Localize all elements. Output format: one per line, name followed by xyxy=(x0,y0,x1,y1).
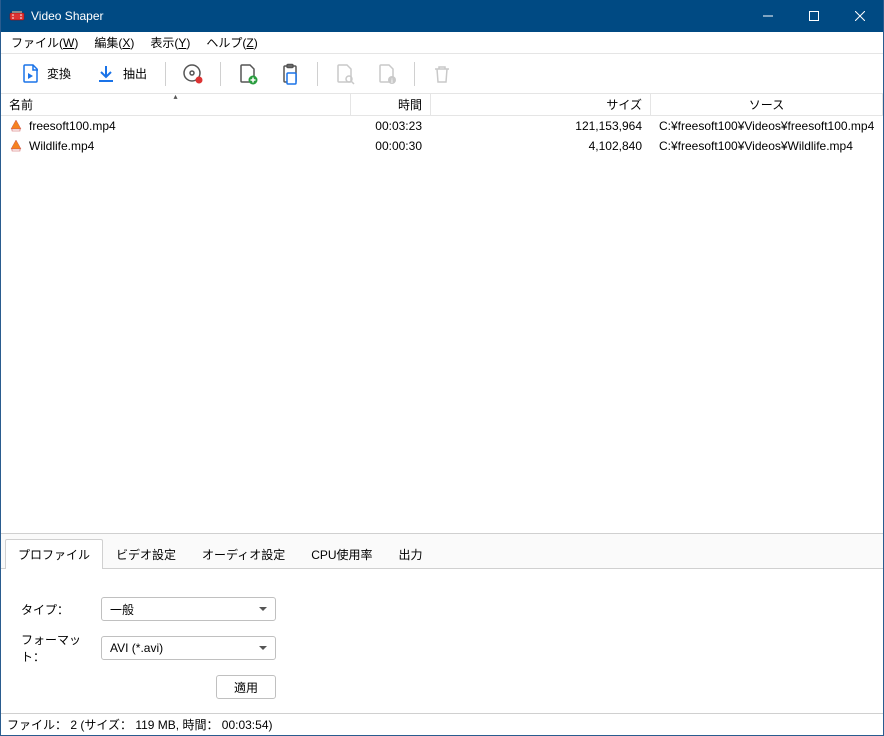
menu-view[interactable]: 表示(Y) xyxy=(142,32,198,53)
file-info-button[interactable]: i xyxy=(368,58,406,90)
statusbar: ファイル： 2 (サイズ： 119 MB, 時間： 00:03:54) xyxy=(1,713,883,735)
menu-help[interactable]: ヘルプ(Z) xyxy=(198,32,265,53)
apply-button[interactable]: 適用 xyxy=(216,675,276,699)
tab-cpu-label: CPU使用率 xyxy=(311,548,372,562)
add-file-icon xyxy=(237,63,259,85)
settings-panel: プロファイル ビデオ設定 オーディオ設定 CPU使用率 出力 タイプ： 一般 フ… xyxy=(1,533,883,713)
file-list: 名前 ▴ 時間 サイズ ソース freesoft100.mp4 00:03:23… xyxy=(1,94,883,533)
column-header-size[interactable]: サイズ xyxy=(431,94,651,115)
apply-button-label: 適用 xyxy=(234,679,258,696)
close-button[interactable] xyxy=(837,0,883,32)
burn-disc-button[interactable] xyxy=(174,58,212,90)
file-size: 4,102,840 xyxy=(589,139,642,153)
column-header-name-label: 名前 xyxy=(9,96,33,113)
list-header: 名前 ▴ 時間 サイズ ソース xyxy=(1,94,883,116)
window-title: Video Shaper xyxy=(31,9,745,23)
file-name: freesoft100.mp4 xyxy=(29,119,116,133)
paste-button[interactable] xyxy=(271,58,309,90)
column-header-source[interactable]: ソース xyxy=(651,94,883,115)
type-select-value: 一般 xyxy=(110,601,134,618)
convert-button[interactable]: 変換 xyxy=(9,58,81,90)
tab-output[interactable]: 出力 xyxy=(386,539,436,569)
column-header-size-label: サイズ xyxy=(606,96,642,113)
maximize-button[interactable] xyxy=(791,0,837,32)
extract-button[interactable]: 抽出 xyxy=(85,58,157,90)
tab-output-label: 出力 xyxy=(399,548,423,562)
format-select-value: AVI (*.avi) xyxy=(110,641,163,655)
tab-video[interactable]: ビデオ設定 xyxy=(103,539,189,569)
file-source: C:¥freesoft100¥Videos¥Wildlife.mp4 xyxy=(659,139,853,153)
tab-audio-label: オーディオ設定 xyxy=(202,548,285,562)
extract-icon xyxy=(95,63,117,85)
column-header-source-label: ソース xyxy=(749,96,784,113)
table-row[interactable]: freesoft100.mp4 00:03:23 121,153,964 C:¥… xyxy=(1,116,883,136)
file-time: 00:03:23 xyxy=(375,119,422,133)
video-file-icon xyxy=(9,119,23,133)
list-body[interactable]: freesoft100.mp4 00:03:23 121,153,964 C:¥… xyxy=(1,116,883,533)
add-file-button[interactable] xyxy=(229,58,267,90)
tab-cpu[interactable]: CPU使用率 xyxy=(298,539,385,569)
file-name: Wildlife.mp4 xyxy=(29,139,94,153)
tab-audio[interactable]: オーディオ設定 xyxy=(189,539,298,569)
toolbar-separator xyxy=(220,62,221,86)
search-file-button[interactable] xyxy=(326,58,364,90)
column-header-time-label: 時間 xyxy=(398,96,422,113)
file-size: 121,153,964 xyxy=(575,119,642,133)
extract-label: 抽出 xyxy=(123,65,147,82)
trash-icon xyxy=(431,63,453,85)
tab-video-label: ビデオ設定 xyxy=(116,548,176,562)
menu-file[interactable]: ファイル(W) xyxy=(3,32,86,53)
clipboard-icon xyxy=(279,63,301,85)
search-file-icon xyxy=(334,63,356,85)
file-info-icon: i xyxy=(376,63,398,85)
status-text: ファイル： 2 (サイズ： 119 MB, 時間： 00:03:54) xyxy=(7,716,273,733)
table-row[interactable]: Wildlife.mp4 00:00:30 4,102,840 C:¥frees… xyxy=(1,136,883,156)
menu-edit[interactable]: 編集(X) xyxy=(86,32,142,53)
column-header-time[interactable]: 時間 xyxy=(351,94,431,115)
convert-label: 変換 xyxy=(47,65,71,82)
toolbar-separator xyxy=(414,62,415,86)
toolbar: 変換 抽出 i xyxy=(1,54,883,94)
convert-icon xyxy=(19,63,41,85)
titlebar: Video Shaper xyxy=(1,0,883,32)
toolbar-separator xyxy=(317,62,318,86)
window-controls xyxy=(745,0,883,32)
menubar: ファイル(W) 編集(X) 表示(Y) ヘルプ(Z) xyxy=(1,32,883,54)
toolbar-separator xyxy=(165,62,166,86)
settings-tabs: プロファイル ビデオ設定 オーディオ設定 CPU使用率 出力 xyxy=(1,534,883,569)
tab-profile-label: プロファイル xyxy=(18,548,90,562)
delete-button[interactable] xyxy=(423,58,461,90)
minimize-button[interactable] xyxy=(745,0,791,32)
app-icon xyxy=(9,8,25,24)
file-time: 00:00:30 xyxy=(375,139,422,153)
type-select[interactable]: 一般 xyxy=(101,597,276,621)
file-source: C:¥freesoft100¥Videos¥freesoft100.mp4 xyxy=(659,119,874,133)
format-select[interactable]: AVI (*.avi) xyxy=(101,636,276,660)
type-label: タイプ： xyxy=(21,601,101,618)
video-file-icon xyxy=(9,139,23,153)
format-label: フォーマット： xyxy=(21,631,101,665)
tab-content-profile: タイプ： 一般 フォーマット： AVI (*.avi) 適用 xyxy=(1,569,883,713)
sort-arrow-icon: ▴ xyxy=(173,94,177,101)
column-header-name[interactable]: 名前 ▴ xyxy=(1,94,351,115)
disc-icon xyxy=(182,63,204,85)
tab-profile[interactable]: プロファイル xyxy=(5,539,103,569)
